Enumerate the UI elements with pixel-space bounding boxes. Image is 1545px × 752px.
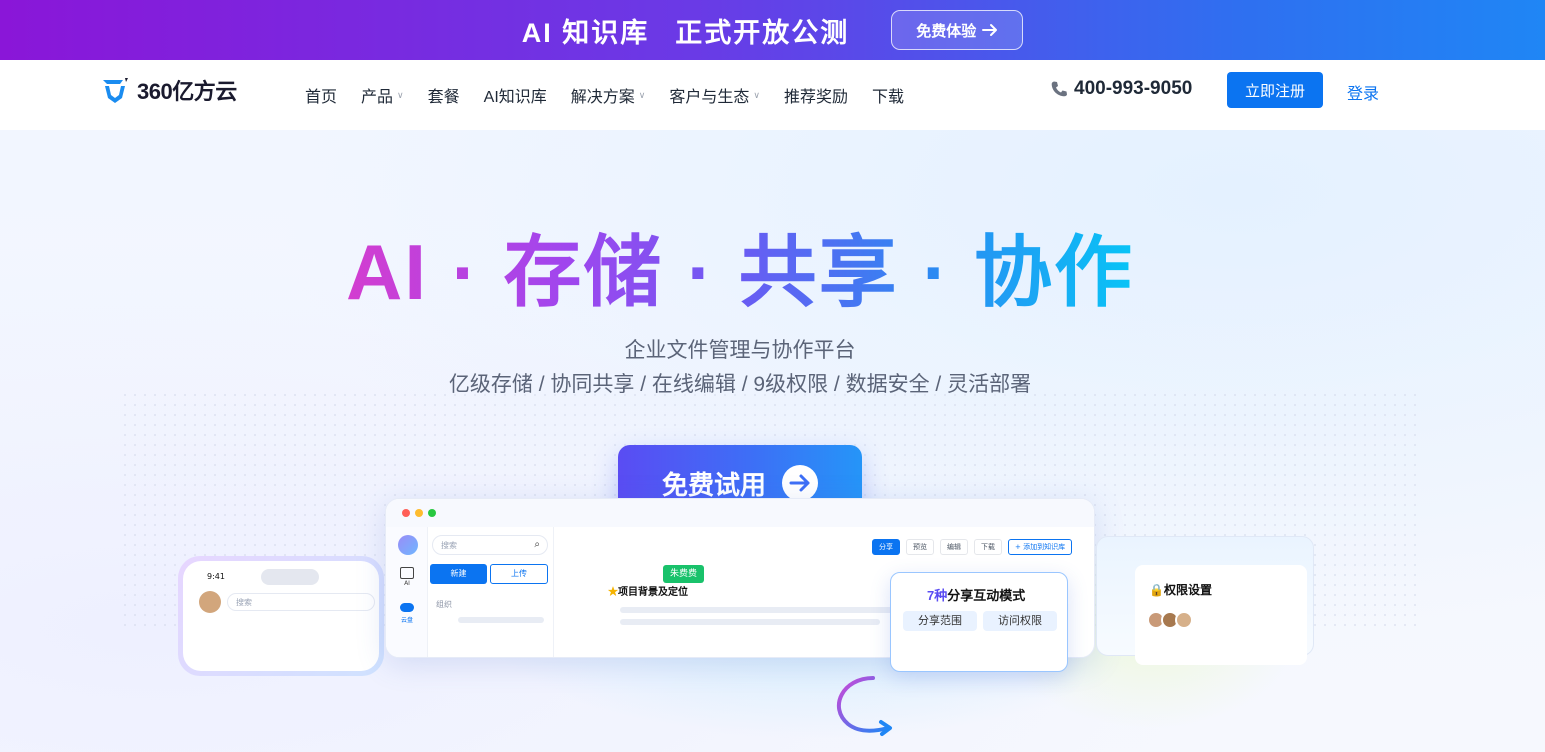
share-title-text: 分享互动模式 (947, 588, 1026, 603)
tab-preview[interactable]: 预览 (906, 539, 934, 555)
share-panel-title: 7种分享互动模式 (927, 585, 1025, 604)
permission-panel: 🔒权限设置 (1096, 536, 1314, 665)
nav-item-customers[interactable]: 客户与生态 ∨ (669, 83, 760, 107)
project-title-text: 项目背景及定位 (618, 587, 688, 598)
phone-text: 400-993-9050 (1074, 78, 1193, 99)
sidebar-ai-label: AI (404, 580, 410, 587)
hero-headline: AI · 存储 · 共享 · 协作 (0, 224, 1480, 320)
hero-subtitle: 企业文件管理与协作平台 (624, 339, 856, 362)
nav-item-label: 推荐奖励 (783, 89, 848, 106)
logo[interactable]: 360亿方云 (99, 74, 237, 106)
logo-icon (103, 78, 128, 103)
chevron-down-icon: ∨ (753, 89, 760, 100)
banner-button-label: 免费体验 (916, 22, 977, 40)
arrow-right-circle-icon (782, 465, 818, 501)
search-icon: ⌕ (534, 539, 540, 550)
nav-item-label: 解决方案 (570, 89, 635, 106)
nav-item-label: 首页 (305, 89, 338, 106)
content-line (620, 619, 880, 625)
phone-screen: 9:41 搜索 (183, 561, 379, 671)
dynamic-island (261, 569, 319, 585)
nav-item-download[interactable]: 下载 (872, 83, 904, 107)
app-rail: AI 云盘 (386, 527, 428, 657)
curved-arrow-icon (836, 676, 892, 736)
share-scope-button[interactable]: 分享范围 (903, 611, 977, 631)
tab-download[interactable]: 下载 (974, 539, 1002, 555)
main-menu: 首页 产品 ∨ 套餐 AI知识库 解决方案 ∨ 客户与生态 ∨ 推荐奖励 下载 (305, 60, 928, 130)
permission-card: 🔒权限设置 (1135, 565, 1307, 665)
sidebar-cloud-label: 云盘 (400, 617, 413, 624)
chevron-down-icon: ∨ (397, 89, 404, 100)
group-label: 组织 (436, 600, 452, 609)
maximize-dot-icon (428, 509, 436, 517)
logo-text: 360亿方云 (137, 79, 237, 104)
phone-icon (1051, 81, 1067, 97)
content-line (620, 607, 900, 613)
permission-title-text: 权限设置 (1163, 583, 1212, 597)
lock-icon: 🔒 (1149, 583, 1164, 597)
minimize-dot-icon (415, 509, 423, 517)
cloud-icon (400, 603, 414, 612)
robot-icon (398, 535, 418, 555)
hero-headline-text: AI · 存储 · 共享 · 协作 (346, 228, 1134, 316)
nav-item-products[interactable]: 产品 ∨ (361, 83, 404, 107)
login-link[interactable]: 登录 (1347, 80, 1379, 104)
app-search-placeholder: 搜索 (441, 541, 457, 550)
window-titlebar (386, 499, 1094, 527)
close-dot-icon (402, 509, 410, 517)
nav-item-label: 客户与生态 (669, 89, 750, 106)
avatar (1175, 611, 1193, 629)
access-permission-button[interactable]: 访问权限 (983, 611, 1057, 631)
top-navbar: 360亿方云 首页 产品 ∨ 套餐 AI知识库 解决方案 ∨ 客户与生态 ∨ 推荐奖励… (0, 60, 1545, 130)
share-mode-panel: 7种分享互动模式 分享范围 访问权限 (890, 572, 1068, 672)
app-search-input[interactable]: 搜索 ⌕ (432, 535, 548, 555)
phone-mockup: 9:41 搜索 (178, 556, 384, 676)
nav-item-label: 下载 (872, 89, 905, 106)
nav-item-label: 产品 (361, 89, 394, 106)
permission-title: 🔒权限设置 (1149, 581, 1212, 598)
user-badge: 朱费费 (663, 565, 705, 583)
chevron-down-icon: ∨ (638, 89, 646, 100)
nav-item-referral[interactable]: 推荐奖励 (784, 83, 848, 107)
phone-time: 9:41 (207, 572, 225, 581)
nav-item-ai-kb[interactable]: AI知识库 (484, 83, 547, 107)
tab-edit[interactable]: 编辑 (940, 539, 968, 555)
tab-share[interactable]: 分享 (872, 539, 900, 555)
nav-item-home[interactable]: 首页 (305, 83, 337, 107)
phone-number[interactable]: 400-993-9050 (1050, 78, 1192, 100)
phone-search-placeholder: 搜索 (236, 598, 252, 607)
avatar (199, 591, 221, 613)
star-icon: ★ (608, 587, 618, 598)
nav-item-plans[interactable]: 套餐 (428, 83, 460, 107)
app-sidebar: 搜索 ⌕ 新建 上传 组织 (428, 527, 554, 657)
nav-item-label: AI知识库 (483, 89, 547, 106)
list-item[interactable] (458, 617, 544, 623)
file-action-tabs: 分享 预览 编辑 下载 + 添加到知识库 (872, 539, 1073, 555)
hero-features: 亿级存储 / 协同共享 / 在线编辑 / 9级权限 / 数据安全 / 灵活部署 (448, 373, 1032, 396)
promo-banner[interactable]: AI 知识库 正式开放公测 免费体验 (0, 0, 1545, 60)
project-title: ★项目背景及定位 (608, 583, 688, 598)
arrow-right-icon (982, 24, 998, 36)
nav-item-label: 套餐 (427, 89, 460, 106)
add-to-kb-button[interactable]: + 添加到知识库 (1008, 539, 1073, 555)
cta-label: 免费试用 (661, 469, 766, 500)
banner-text-right: 正式开放公测 (675, 17, 850, 48)
phone-search-input[interactable]: 搜索 (227, 593, 375, 611)
share-count: 7种 (927, 588, 948, 603)
free-trial-banner-button[interactable]: 免费体验 (891, 10, 1024, 50)
nav-item-solutions[interactable]: 解决方案 ∨ (571, 83, 646, 107)
ai-icon (400, 567, 414, 579)
upload-button[interactable]: 上传 (490, 564, 548, 584)
new-button[interactable]: 新建 (430, 564, 487, 584)
register-button[interactable]: 立即注册 (1227, 72, 1323, 108)
banner-text-left: AI 知识库 (521, 17, 650, 48)
